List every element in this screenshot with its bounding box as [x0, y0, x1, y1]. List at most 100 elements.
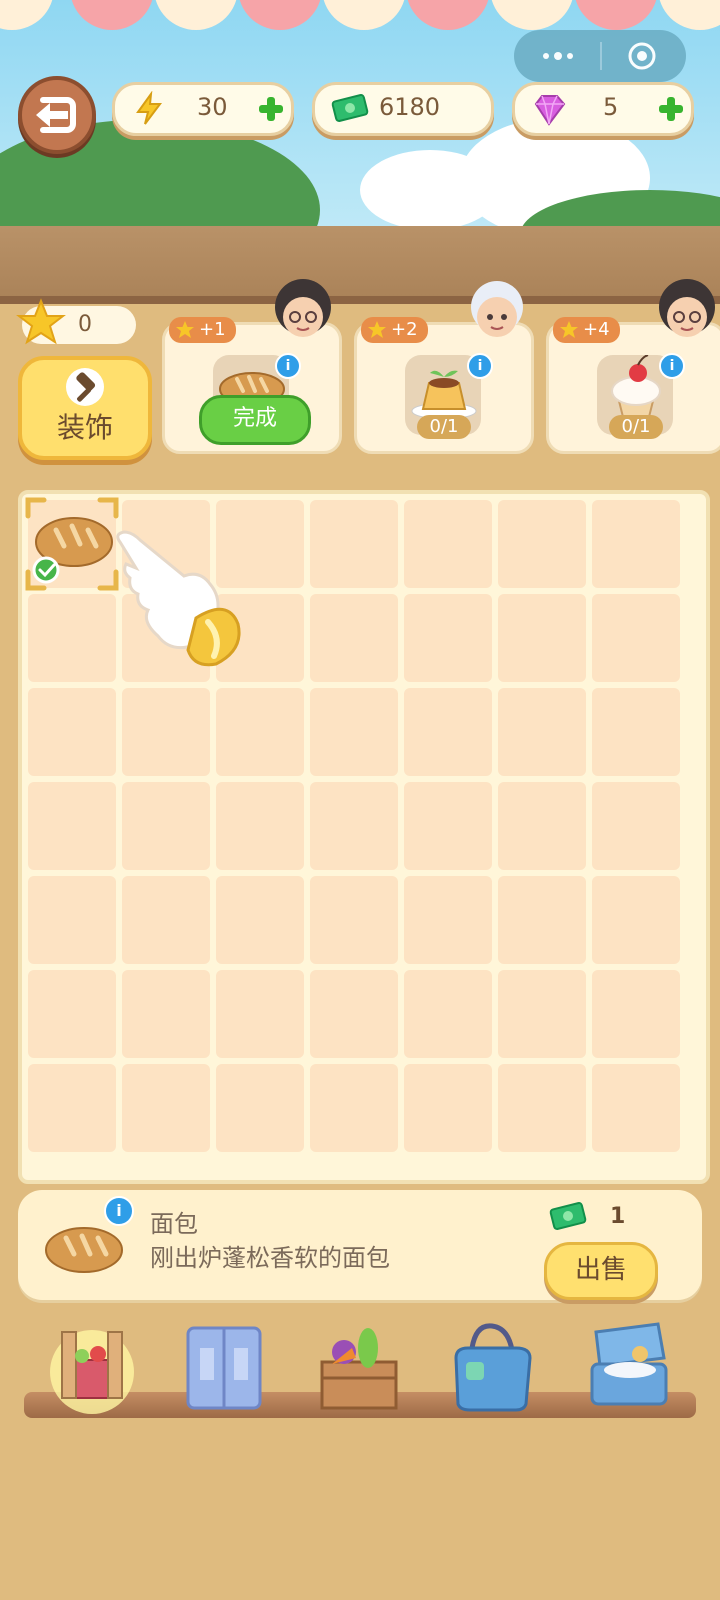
board-cell[interactable] [404, 500, 492, 588]
tutorial-hand-icon [116, 530, 241, 667]
suitcase-icon[interactable] [580, 1318, 674, 1414]
close-target-icon[interactable] [626, 40, 658, 72]
order-reward: +2 [361, 317, 428, 343]
board-cell[interactable] [122, 970, 210, 1058]
grandpa-avatar [471, 281, 523, 337]
board-cell[interactable] [216, 970, 304, 1058]
order-reward-value: +4 [583, 319, 610, 340]
bread-icon [45, 1227, 123, 1273]
board-cell[interactable] [310, 876, 398, 964]
capsule-divider [600, 42, 602, 70]
board-cell[interactable] [216, 688, 304, 776]
cash-icon [549, 1202, 587, 1230]
bread-icon [25, 497, 119, 591]
exit-button[interactable] [18, 76, 96, 154]
energy-value: 30 [197, 93, 228, 121]
board-cell[interactable] [498, 1064, 586, 1152]
board-cell[interactable] [592, 594, 680, 682]
star-icon [176, 321, 194, 338]
board-cell[interactable] [216, 876, 304, 964]
market-stall-icon[interactable] [44, 1318, 138, 1414]
add-gems-button[interactable] [659, 97, 683, 121]
board-cell[interactable] [498, 782, 586, 870]
board-cell[interactable] [122, 782, 210, 870]
board-cell[interactable] [122, 876, 210, 964]
board-cell[interactable] [404, 594, 492, 682]
gem-counter: 5 [512, 82, 694, 136]
board-cell[interactable] [216, 782, 304, 870]
grandma-avatar [275, 279, 331, 337]
order-reward: +1 [169, 317, 236, 343]
energy-counter: 30 [112, 82, 294, 136]
stars-value: 0 [78, 312, 92, 337]
complete-order-button[interactable]: 完成 [199, 395, 311, 445]
star-icon [368, 321, 386, 338]
board-cell[interactable] [592, 876, 680, 964]
wardrobe-icon[interactable] [178, 1318, 272, 1414]
board-cell[interactable] [592, 688, 680, 776]
vegetable-crate-icon[interactable] [312, 1318, 406, 1414]
counter-edge [0, 296, 720, 304]
order-progress: 0/1 [417, 415, 471, 439]
board-cell[interactable] [310, 688, 398, 776]
order-progress: 0/1 [609, 415, 663, 439]
board-cell[interactable] [28, 782, 116, 870]
decor-label: 装饰 [56, 411, 113, 444]
board-cell[interactable] [592, 970, 680, 1058]
order-reward: +4 [553, 317, 620, 343]
mini-program-capsule [514, 30, 686, 82]
board-cell[interactable] [404, 688, 492, 776]
item-price: 1 [610, 1204, 626, 1229]
order-card-1[interactable]: +1 i 完成 [162, 279, 342, 454]
board-cell[interactable] [310, 594, 398, 682]
board-cell[interactable] [310, 782, 398, 870]
order-info-button[interactable]: i [659, 353, 685, 379]
item-description: 刚出炉蓬松香软的面包 [150, 1244, 390, 1272]
board-cell[interactable] [122, 1064, 210, 1152]
order-card-2[interactable]: +2 i 0/1 [354, 281, 534, 454]
lightning-icon [136, 91, 162, 125]
order-reward-value: +1 [199, 319, 226, 340]
board-cell[interactable] [28, 1064, 116, 1152]
board-cell[interactable] [28, 688, 116, 776]
item-info-panel: i 面包 刚出炉蓬松香软的面包 1 出售 [18, 1190, 702, 1300]
order-info-button[interactable]: i [467, 353, 493, 379]
board-cell[interactable] [498, 876, 586, 964]
board-cell[interactable] [310, 1064, 398, 1152]
board-cell[interactable] [28, 970, 116, 1058]
cash-icon [331, 94, 369, 122]
board-cell[interactable] [404, 1064, 492, 1152]
gem-icon [534, 95, 566, 126]
bag-icon[interactable] [446, 1318, 540, 1414]
star-icon [16, 298, 66, 345]
board-cell[interactable] [498, 500, 586, 588]
item-info-button[interactable]: i [104, 1196, 134, 1226]
order-reward-value: +2 [391, 319, 418, 340]
exit-icon [36, 97, 76, 133]
board-cell[interactable] [498, 970, 586, 1058]
board-cell[interactable] [592, 782, 680, 870]
board-cell[interactable] [28, 876, 116, 964]
board-cell[interactable] [28, 594, 116, 682]
more-icon[interactable] [536, 44, 580, 68]
board-item-bread[interactable] [24, 496, 120, 592]
order-card-3[interactable]: +4 i 0/1 [546, 279, 720, 454]
decor-button[interactable]: 装饰 [18, 356, 152, 460]
board-cell[interactable] [122, 688, 210, 776]
hammer-icon [66, 368, 104, 406]
add-energy-button[interactable] [259, 97, 283, 121]
board-cell[interactable] [404, 970, 492, 1058]
board-cell[interactable] [404, 782, 492, 870]
board-cell[interactable] [216, 1064, 304, 1152]
board-cell[interactable] [404, 876, 492, 964]
board-cell[interactable] [592, 1064, 680, 1152]
sell-button[interactable]: 出售 [544, 1242, 658, 1300]
star-icon [560, 321, 578, 338]
board-cell[interactable] [498, 594, 586, 682]
board-cell[interactable] [310, 500, 398, 588]
gems-value: 5 [603, 93, 619, 121]
board-cell[interactable] [498, 688, 586, 776]
board-cell[interactable] [310, 970, 398, 1058]
order-info-button[interactable]: i [275, 353, 301, 379]
board-cell[interactable] [592, 500, 680, 588]
